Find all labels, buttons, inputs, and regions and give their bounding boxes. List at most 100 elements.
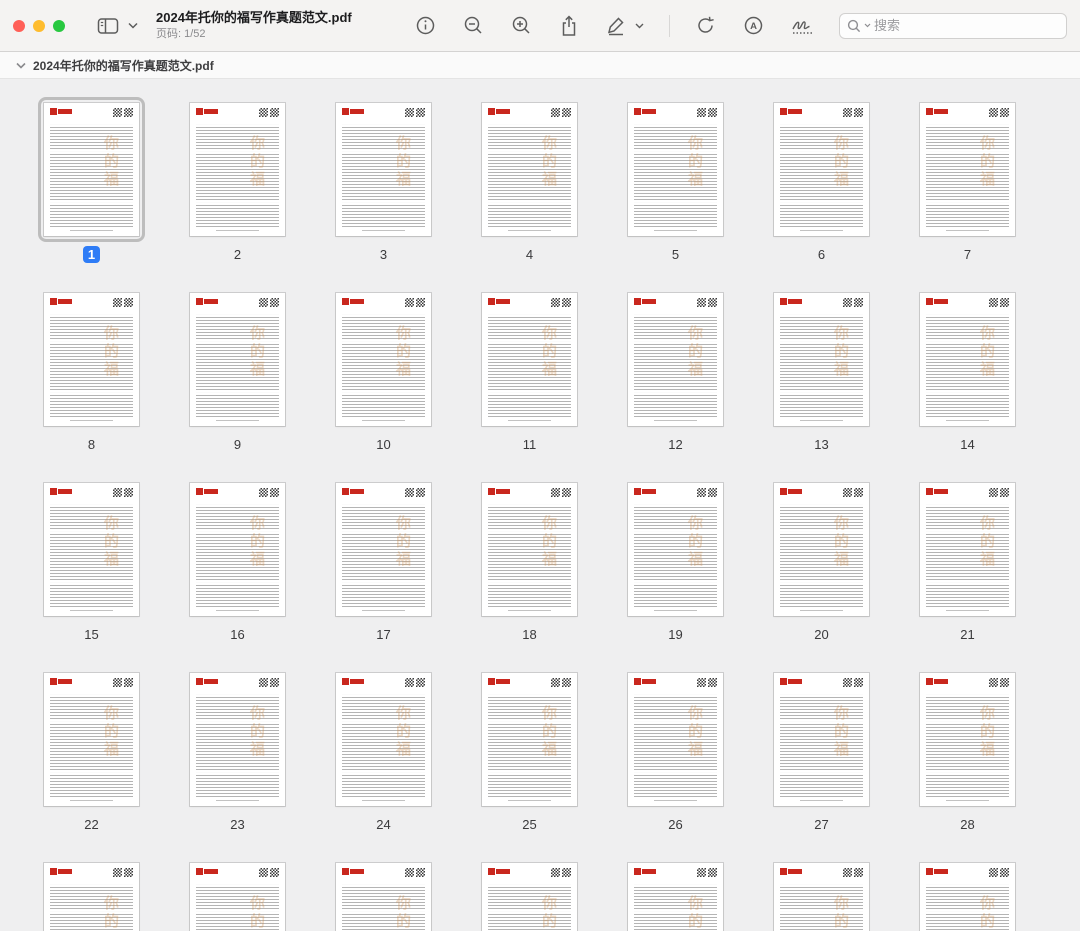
thumbnail-header (926, 678, 1009, 690)
page-cell: 你的福 26 (622, 667, 729, 833)
page-number[interactable]: 17 (371, 626, 395, 643)
page-number[interactable]: 16 (225, 626, 249, 643)
page-thumbnail[interactable]: 你的福 (336, 483, 431, 616)
page-number[interactable]: 15 (79, 626, 103, 643)
page-number[interactable]: 11 (518, 436, 542, 453)
minimize-button[interactable] (33, 19, 45, 32)
brand-logo-icon (634, 488, 656, 495)
disclosure-chevron-icon[interactable] (16, 62, 26, 69)
page-number[interactable]: 10 (371, 436, 395, 453)
thumbnail-selection-frame: 你的福 (768, 97, 875, 242)
page-thumbnail[interactable]: 你的福 (628, 103, 723, 236)
thumbnail-header (926, 298, 1009, 310)
info-icon[interactable] (413, 13, 438, 38)
page-number[interactable]: 6 (813, 246, 830, 263)
page-thumbnail[interactable]: 你的福 (920, 673, 1015, 806)
qr-codes-icon (405, 108, 425, 117)
page-cell: 你的福 (38, 857, 145, 931)
brand-logo-icon (196, 868, 218, 875)
zoom-in-icon[interactable] (509, 13, 534, 38)
page-thumbnail[interactable]: 你的福 (628, 863, 723, 931)
page-thumbnail[interactable]: 你的福 (190, 483, 285, 616)
page-thumbnail[interactable]: 你的福 (482, 103, 577, 236)
page-number[interactable]: 4 (521, 246, 538, 263)
page-number[interactable]: 7 (959, 246, 976, 263)
page-number[interactable]: 25 (517, 816, 541, 833)
page-number[interactable]: 20 (809, 626, 833, 643)
zoom-out-icon[interactable] (461, 13, 486, 38)
page-number[interactable]: 19 (663, 626, 687, 643)
thumbnail-header (50, 868, 133, 880)
page-thumbnail[interactable]: 你的福 (482, 673, 577, 806)
page-thumbnail[interactable]: 你的福 (44, 103, 139, 236)
page-number[interactable]: 14 (955, 436, 979, 453)
page-thumbnail[interactable]: 你的福 (482, 863, 577, 931)
thumbnail-header (634, 488, 717, 500)
page-thumbnail[interactable]: 你的福 (336, 863, 431, 931)
rotate-icon[interactable] (693, 13, 718, 38)
highlight-icon[interactable]: A (741, 13, 766, 38)
page-thumbnail[interactable]: 你的福 (482, 293, 577, 426)
page-thumbnail[interactable]: 你的福 (628, 673, 723, 806)
page-thumbnail[interactable]: 你的福 (920, 863, 1015, 931)
close-button[interactable] (13, 19, 25, 32)
page-thumbnail[interactable]: 你的福 (190, 673, 285, 806)
page-thumbnail[interactable]: 你的福 (44, 293, 139, 426)
chevron-down-icon[interactable] (126, 20, 140, 31)
page-number[interactable]: 24 (371, 816, 395, 833)
page-thumbnail[interactable]: 你的福 (336, 673, 431, 806)
page-thumbnail[interactable]: 你的福 (190, 293, 285, 426)
page-number[interactable]: 26 (663, 816, 687, 833)
thumbnail-selection-frame: 你的福 (38, 857, 145, 931)
page-number[interactable]: 13 (809, 436, 833, 453)
page-number[interactable]: 8 (83, 436, 100, 453)
thumbnail-selection-frame: 你的福 (914, 287, 1021, 432)
qr-codes-icon (259, 298, 279, 307)
page-thumbnail[interactable]: 你的福 (920, 293, 1015, 426)
page-thumbnail[interactable]: 你的福 (190, 103, 285, 236)
page-thumbnail[interactable]: 你的福 (336, 103, 431, 236)
page-thumbnail[interactable]: 你的福 (774, 103, 869, 236)
page-number[interactable]: 27 (809, 816, 833, 833)
page-number[interactable]: 18 (517, 626, 541, 643)
page-thumbnail[interactable]: 你的福 (482, 483, 577, 616)
page-thumbnail[interactable]: 你的福 (44, 483, 139, 616)
sidebar-icon[interactable] (95, 15, 121, 37)
page-thumbnail[interactable]: 你的福 (774, 863, 869, 931)
page-thumbnail[interactable]: 你的福 (774, 673, 869, 806)
page-thumbnail[interactable]: 你的福 (44, 673, 139, 806)
page-thumbnail[interactable]: 你的福 (920, 103, 1015, 236)
page-number[interactable]: 21 (955, 626, 979, 643)
zoom-window-button[interactable] (53, 19, 65, 32)
page-cell: 你的福 1 (38, 97, 145, 263)
search-field[interactable] (839, 12, 1067, 39)
page-number[interactable]: 23 (225, 816, 249, 833)
page-number[interactable]: 12 (663, 436, 687, 453)
page-number[interactable]: 22 (79, 816, 103, 833)
share-icon[interactable] (557, 13, 581, 39)
page-cell: 你的福 17 (330, 477, 437, 643)
page-number[interactable]: 5 (667, 246, 684, 263)
page-thumbnail[interactable]: 你的福 (774, 293, 869, 426)
page-indicator: 页码: 1/52 (156, 27, 206, 40)
page-number[interactable]: 3 (375, 246, 392, 263)
page-number[interactable]: 9 (229, 436, 246, 453)
page-thumbnail[interactable]: 你的福 (336, 293, 431, 426)
thumbnail-header (780, 488, 863, 500)
search-input[interactable] (874, 18, 1059, 33)
markup-chevron-icon[interactable] (633, 21, 646, 31)
page-thumbnail[interactable]: 你的福 (628, 293, 723, 426)
page-thumbnail[interactable]: 你的福 (190, 863, 285, 931)
page-number[interactable]: 2 (229, 246, 246, 263)
page-number[interactable]: 28 (955, 816, 979, 833)
page-number[interactable]: 1 (82, 246, 101, 263)
page-thumbnail[interactable]: 你的福 (628, 483, 723, 616)
brand-logo-icon (488, 678, 510, 685)
brand-logo-icon (780, 678, 802, 685)
markup-icon[interactable] (604, 14, 628, 38)
page-thumbnail[interactable]: 你的福 (774, 483, 869, 616)
page-thumbnail[interactable]: 你的福 (44, 863, 139, 931)
page-cell: 你的福 12 (622, 287, 729, 453)
page-thumbnail[interactable]: 你的福 (920, 483, 1015, 616)
signature-icon[interactable] (789, 15, 817, 37)
